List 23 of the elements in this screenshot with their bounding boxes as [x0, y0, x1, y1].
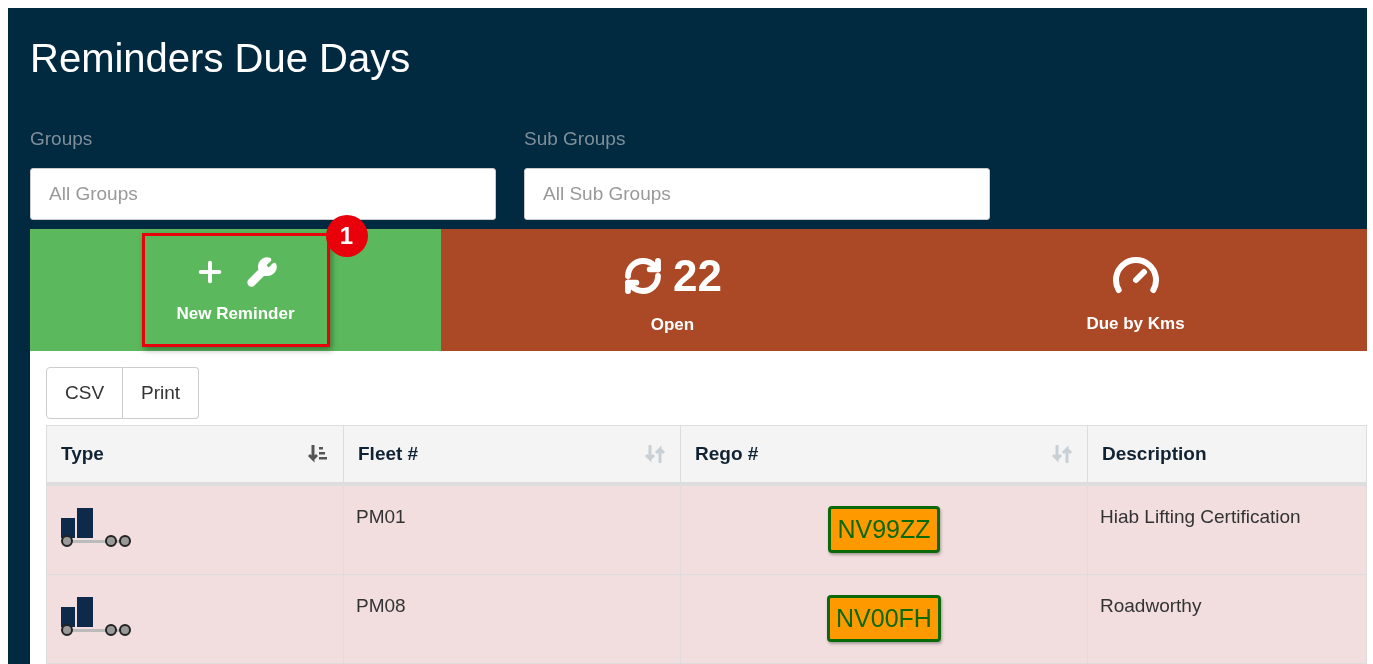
refresh-icon [623, 255, 663, 296]
wrench-icon [245, 255, 278, 288]
description-text: Hiab Lifting Certification [1100, 506, 1301, 528]
export-button[interactable]: Print [123, 367, 200, 419]
tile-label: Open [650, 314, 695, 335]
export-button[interactable]: CSV [46, 367, 124, 419]
sort-icon[interactable] [307, 443, 329, 465]
column-header[interactable]: Fleet # [343, 425, 681, 484]
fleet-number: PM01 [356, 506, 406, 528]
filter-field[interactable]: All Sub Groups [524, 167, 990, 220]
column-header[interactable]: Type [46, 425, 344, 484]
filter-field[interactable]: All Groups [30, 167, 496, 220]
filter-label: Sub Groups [524, 127, 627, 150]
rego-plate: NV00FH [827, 595, 941, 642]
column-header[interactable]: Description [1087, 425, 1367, 484]
fleet-number: PM08 [356, 595, 406, 617]
tile-label: Due by Kms [1086, 313, 1185, 334]
description-text: Roadworthy [1100, 595, 1202, 617]
open-count: 22 [673, 250, 722, 301]
column-header[interactable]: Rego # [680, 425, 1088, 484]
filter-label: Groups [30, 127, 94, 150]
rego-plate: NV99ZZ [828, 506, 940, 553]
page-title: Reminders Due Days [30, 35, 412, 82]
